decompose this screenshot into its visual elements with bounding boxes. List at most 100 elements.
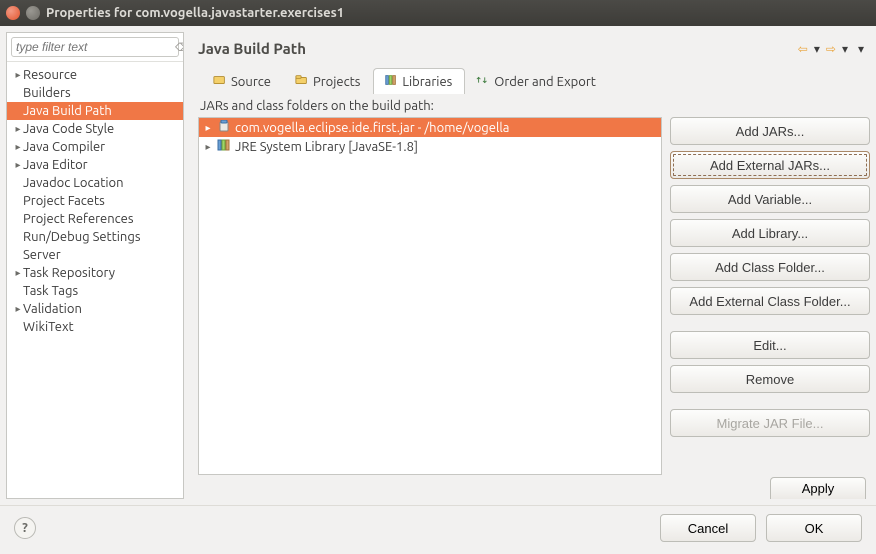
expand-icon[interactable]: ▸ — [13, 303, 23, 315]
add-external-jars-button[interactable]: Add External JARs... — [670, 151, 870, 179]
sidebar-item-label: Task Repository — [23, 266, 115, 280]
sidebar-item-label: Java Compiler — [23, 140, 105, 154]
sidebar-item-label: Server — [23, 248, 61, 262]
sidebar-item[interactable]: ▸Resource — [7, 66, 183, 84]
window-title: Properties for com.vogella.javastarter.e… — [46, 6, 344, 20]
add-class-folder-button[interactable]: Add Class Folder... — [670, 253, 870, 281]
list-caption: JARs and class folders on the build path… — [198, 93, 662, 117]
tab-label: Libraries — [402, 75, 452, 89]
back-icon[interactable]: ⇦ — [796, 42, 810, 56]
sidebar-item-label: Java Editor — [23, 158, 88, 172]
sidebar: ⌫ ▸ResourceBuildersJava Build Path▸Java … — [6, 32, 184, 499]
ok-button[interactable]: OK — [766, 514, 862, 542]
titlebar: Properties for com.vogella.javastarter.e… — [0, 0, 876, 26]
expand-icon[interactable]: ▸ — [13, 267, 23, 279]
sidebar-item-label: Task Tags — [23, 284, 78, 298]
expand-icon[interactable]: ▸ — [203, 141, 213, 153]
header-row: Java Build Path ⇦ ▾ ⇨ ▾ ▾ — [198, 32, 870, 67]
cancel-button[interactable]: Cancel — [660, 514, 756, 542]
back-menu-icon[interactable]: ▾ — [812, 42, 822, 56]
sidebar-item[interactable]: Java Build Path — [7, 102, 183, 120]
sidebar-item[interactable]: ▸Java Editor — [7, 156, 183, 174]
sidebar-item-label: Project Facets — [23, 194, 105, 208]
close-icon[interactable] — [6, 6, 20, 20]
expand-icon[interactable]: ▸ — [13, 69, 23, 81]
body-row: SourceProjectsLibrariesOrder and Export … — [198, 67, 870, 499]
add-variable-button[interactable]: Add Variable... — [670, 185, 870, 213]
add-library-button[interactable]: Add Library... — [670, 219, 870, 247]
list-area: JARs and class folders on the build path… — [198, 93, 870, 475]
list-item[interactable]: ▸ com.vogella.eclipse.ide.first.jar - /ho… — [199, 118, 661, 137]
tab-icon — [295, 74, 309, 89]
sidebar-item[interactable]: ▸Java Compiler — [7, 138, 183, 156]
sidebar-item[interactable]: Task Tags — [7, 282, 183, 300]
sidebar-tree[interactable]: ▸ResourceBuildersJava Build Path▸Java Co… — [7, 62, 183, 498]
sidebar-item[interactable]: Project Facets — [7, 192, 183, 210]
tab[interactable]: Source — [202, 68, 284, 94]
sidebar-item-label: Run/Debug Settings — [23, 230, 140, 244]
sidebar-item-label: Javadoc Location — [23, 176, 124, 190]
filter-input[interactable] — [16, 40, 173, 54]
expand-icon[interactable]: ▸ — [13, 141, 23, 153]
tab-icon — [213, 74, 227, 89]
sidebar-item-label: Builders — [23, 86, 71, 100]
filter-wrap: ⌫ — [7, 33, 183, 62]
help-icon[interactable]: ? — [14, 517, 36, 539]
button-column: Add JARs... Add External JARs... Add Var… — [670, 93, 870, 475]
sidebar-item-label: Validation — [23, 302, 82, 316]
nav-arrows: ⇦ ▾ ⇨ ▾ ▾ — [796, 42, 866, 56]
libraries-list[interactable]: ▸ com.vogella.eclipse.ide.first.jar - /ho… — [198, 117, 662, 475]
sidebar-item[interactable]: Server — [7, 246, 183, 264]
remove-button[interactable]: Remove — [670, 365, 870, 393]
spacer — [670, 321, 870, 325]
footer-buttons: Cancel OK — [660, 514, 862, 542]
forward-menu-icon[interactable]: ▾ — [840, 42, 850, 56]
apply-row: Apply — [198, 475, 870, 499]
list-item-label: com.vogella.eclipse.ide.first.jar - /hom… — [235, 121, 509, 135]
sidebar-item-label: Java Build Path — [23, 104, 112, 118]
tab-label: Source — [231, 75, 271, 89]
minimize-icon[interactable] — [26, 6, 40, 20]
forward-icon[interactable]: ⇨ — [824, 42, 838, 56]
sidebar-item[interactable]: Run/Debug Settings — [7, 228, 183, 246]
apply-button[interactable]: Apply — [770, 477, 866, 499]
sidebar-item-label: Java Code Style — [23, 122, 114, 136]
add-jars-button[interactable]: Add JARs... — [670, 117, 870, 145]
edit-button[interactable]: Edit... — [670, 331, 870, 359]
sidebar-item[interactable]: Project References — [7, 210, 183, 228]
sidebar-item[interactable]: WikiText — [7, 318, 183, 336]
tab-icon — [384, 74, 398, 89]
tabs: Source Projects Libraries Order and Export — [198, 67, 870, 93]
tab[interactable]: Libraries — [373, 68, 465, 94]
tab[interactable]: Order and Export — [465, 68, 609, 94]
sidebar-item-label: WikiText — [23, 320, 74, 334]
lib-icon — [217, 139, 231, 154]
page-title: Java Build Path — [198, 40, 306, 57]
sidebar-item[interactable]: Builders — [7, 84, 183, 102]
sidebar-item-label: Project References — [23, 212, 133, 226]
filter-field[interactable]: ⌫ — [11, 37, 179, 57]
expand-icon[interactable]: ▸ — [13, 159, 23, 171]
list-item[interactable]: ▸ JRE System Library [JavaSE-1.8] — [199, 137, 661, 156]
spacer — [670, 399, 870, 403]
clear-filter-icon[interactable]: ⌫ — [173, 41, 184, 54]
expand-icon[interactable]: ▸ — [13, 123, 23, 135]
jar-icon — [217, 120, 231, 135]
footer: ? Cancel OK — [0, 505, 876, 554]
tab[interactable]: Projects — [284, 68, 373, 94]
tab-icon — [476, 74, 490, 89]
migrate-jar-button: Migrate JAR File... — [670, 409, 870, 437]
content-area: ⌫ ▸ResourceBuildersJava Build Path▸Java … — [0, 26, 876, 505]
sidebar-item-label: Resource — [23, 68, 77, 82]
list-item-label: JRE System Library [JavaSE-1.8] — [235, 140, 418, 154]
tab-label: Projects — [313, 75, 360, 89]
tab-label: Order and Export — [494, 75, 596, 89]
add-external-class-folder-button[interactable]: Add External Class Folder... — [670, 287, 870, 315]
sidebar-item[interactable]: ▸Java Code Style — [7, 120, 183, 138]
view-menu-icon[interactable]: ▾ — [856, 42, 866, 56]
sidebar-item[interactable]: ▸Task Repository — [7, 264, 183, 282]
sidebar-item[interactable]: Javadoc Location — [7, 174, 183, 192]
sidebar-item[interactable]: ▸Validation — [7, 300, 183, 318]
expand-icon[interactable]: ▸ — [203, 122, 213, 134]
list-column: JARs and class folders on the build path… — [198, 93, 662, 475]
